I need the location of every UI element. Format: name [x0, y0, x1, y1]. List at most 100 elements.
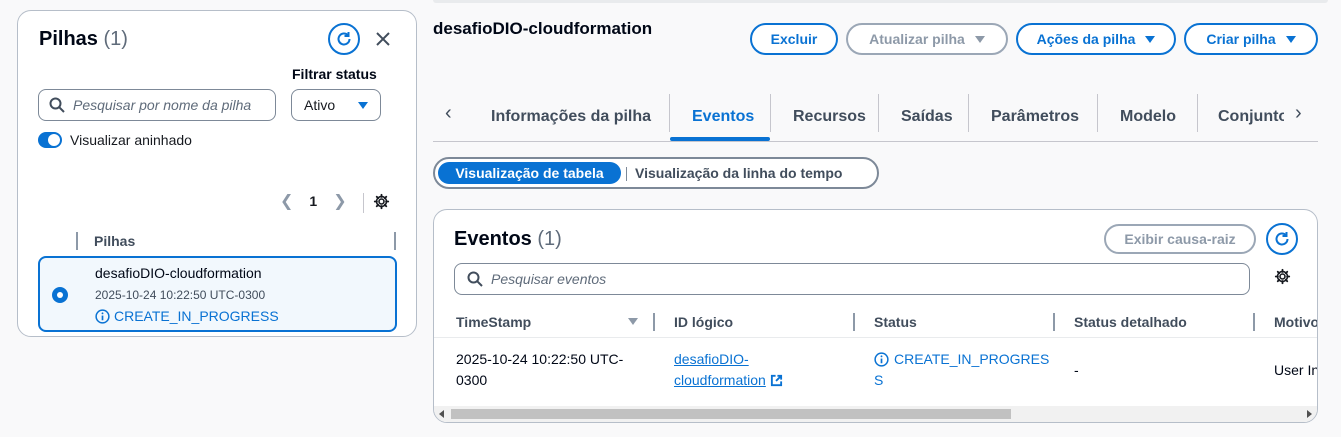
column-header-logical-id[interactable]: ID lógico — [674, 314, 733, 330]
tab-outputs[interactable]: Saídas — [901, 92, 953, 141]
event-logical-id-link[interactable]: desafioDIO- cloudformation — [674, 349, 783, 391]
external-link-icon — [770, 374, 782, 387]
events-search-input[interactable]: Pesquisar eventos — [454, 263, 1250, 295]
events-title-text: Eventos — [454, 228, 532, 250]
stack-actions-button[interactable]: Ações da pilha — [1016, 23, 1176, 55]
tab-stacksets[interactable]: Conjunto — [1218, 92, 1284, 141]
stacks-panel: Pilhas (1) Filtrar status Pesquisar por … — [17, 10, 417, 337]
active-tab-indicator — [670, 137, 770, 141]
column-divider[interactable] — [1253, 313, 1255, 331]
event-timestamp: 2025-10-24 10:22:50 UTC- 0300 — [456, 349, 623, 391]
stacks-count: (1) — [103, 28, 128, 50]
tab-divider — [968, 94, 969, 132]
column-header-stacks: Pilhas — [94, 233, 136, 249]
scroll-left-icon[interactable] — [439, 410, 444, 418]
stack-search-input[interactable]: Pesquisar por nome da pilha — [38, 89, 276, 121]
column-divider[interactable] — [653, 313, 655, 331]
tabs-scroll-left-icon[interactable]: ‹ — [445, 102, 452, 125]
tab-divider — [1097, 94, 1098, 132]
stack-name: desafioDIO-cloudformation — [95, 265, 262, 281]
column-header-status[interactable]: Status — [874, 314, 917, 330]
event-status: CREATE_IN_PROGRES S — [874, 349, 1049, 391]
event-status-line1: CREATE_IN_PROGRES — [894, 351, 1050, 367]
view-toggle: Visualização de tabela Visualização da l… — [433, 157, 879, 189]
timeline-view-option[interactable]: Visualização da linha do tempo — [635, 159, 842, 187]
table-row-divider — [434, 337, 1317, 338]
nested-view-toggle[interactable] — [38, 132, 62, 148]
tab-divider — [1197, 94, 1198, 132]
tab-events[interactable]: Eventos — [692, 92, 754, 141]
stack-tabs: ‹ Informações da pilha Eventos Recursos … — [433, 92, 1318, 142]
delete-button-label: Excluir — [770, 31, 818, 47]
column-header-reason[interactable]: Motivo — [1274, 314, 1317, 330]
column-divider[interactable] — [1053, 313, 1055, 331]
tab-divider — [669, 94, 670, 132]
root-cause-button[interactable]: Exibir causa-raiz — [1104, 224, 1256, 254]
refresh-icon — [1275, 232, 1289, 246]
horizontal-scrollbar[interactable] — [434, 406, 1317, 422]
pager-divider — [363, 193, 364, 213]
refresh-icon — [337, 32, 351, 46]
tab-parameters[interactable]: Parâmetros — [991, 92, 1079, 141]
page-title: desafioDIO-cloudformation — [433, 19, 653, 38]
event-reason: User In — [1274, 362, 1318, 378]
event-detailed-status: - — [1074, 362, 1079, 378]
stack-timestamp: 2025-10-24 10:22:50 UTC-0300 — [95, 288, 266, 302]
caret-down-icon — [1285, 35, 1296, 43]
event-status-line2: S — [874, 372, 884, 388]
search-icon — [49, 97, 65, 113]
create-stack-label: Criar pilha — [1206, 31, 1276, 47]
events-panel: Eventos (1) Exibir causa-raiz Pesquisar … — [433, 209, 1318, 423]
view-toggle-divider — [626, 167, 627, 181]
refresh-events-button[interactable] — [1266, 223, 1298, 255]
tab-divider — [770, 94, 771, 132]
stack-radio-selected[interactable] — [52, 287, 68, 303]
stack-search-placeholder: Pesquisar por nome da pilha — [73, 97, 252, 113]
event-timestamp-line1: 2025-10-24 10:22:50 UTC- — [456, 351, 624, 367]
info-icon — [95, 308, 110, 324]
tab-stack-info[interactable]: Informações da pilha — [491, 92, 651, 141]
tabs-scroll-right-icon[interactable]: › — [1295, 102, 1302, 125]
logical-id-line2: cloudformation — [674, 372, 766, 388]
prev-page-icon[interactable]: ❮ — [280, 191, 293, 211]
events-title: Eventos (1) — [454, 228, 562, 251]
page-number[interactable]: 1 — [309, 193, 317, 209]
update-stack-label: Atualizar pilha — [869, 31, 965, 47]
stack-status-text: CREATE_IN_PROGRESS — [114, 308, 279, 324]
preferences-button[interactable] — [373, 193, 390, 215]
status-filter-select[interactable]: Ativo — [291, 89, 381, 121]
logical-id-line1: desafioDIO- — [674, 351, 749, 367]
refresh-stacks-button[interactable] — [328, 23, 360, 55]
events-search-placeholder: Pesquisar eventos — [491, 271, 607, 287]
nested-view-toggle-row: Visualizar aninhado — [38, 132, 192, 148]
stacks-title-text: Pilhas — [39, 28, 98, 50]
update-stack-button[interactable]: Atualizar pilha — [846, 23, 1008, 55]
events-preferences-button[interactable] — [1274, 268, 1291, 290]
column-divider — [76, 232, 78, 250]
events-count: (1) — [537, 228, 562, 250]
gear-icon — [373, 193, 390, 210]
info-icon — [874, 352, 889, 367]
close-icon — [376, 32, 390, 46]
stacks-table-header: Pilhas — [38, 230, 398, 252]
status-filter-value: Ativo — [304, 97, 336, 113]
event-timestamp-line2: 0300 — [456, 372, 488, 388]
tab-template[interactable]: Modelo — [1120, 92, 1176, 141]
column-header-detailed-status[interactable]: Status detalhado — [1074, 314, 1187, 330]
column-header-timestamp[interactable]: TimeStamp — [456, 314, 531, 330]
column-divider[interactable] — [853, 313, 855, 331]
delete-button[interactable]: Excluir — [750, 23, 838, 55]
pagination: ❮ 1 ❯ — [280, 191, 347, 211]
caret-down-icon — [358, 101, 368, 109]
caret-down-icon — [974, 35, 985, 43]
create-stack-button[interactable]: Criar pilha — [1184, 23, 1318, 55]
close-panel-button[interactable] — [372, 28, 394, 50]
sort-descending-icon[interactable] — [628, 318, 638, 325]
stack-list-item[interactable]: desafioDIO-cloudformation 2025-10-24 10:… — [38, 256, 397, 332]
scrollbar-thumb[interactable] — [451, 409, 1011, 419]
table-view-option[interactable]: Visualização de tabela — [438, 162, 621, 184]
next-page-icon[interactable]: ❯ — [333, 191, 346, 211]
nested-view-label: Visualizar aninhado — [70, 132, 192, 148]
scroll-right-icon[interactable] — [1307, 410, 1312, 418]
tab-resources[interactable]: Recursos — [793, 92, 866, 141]
